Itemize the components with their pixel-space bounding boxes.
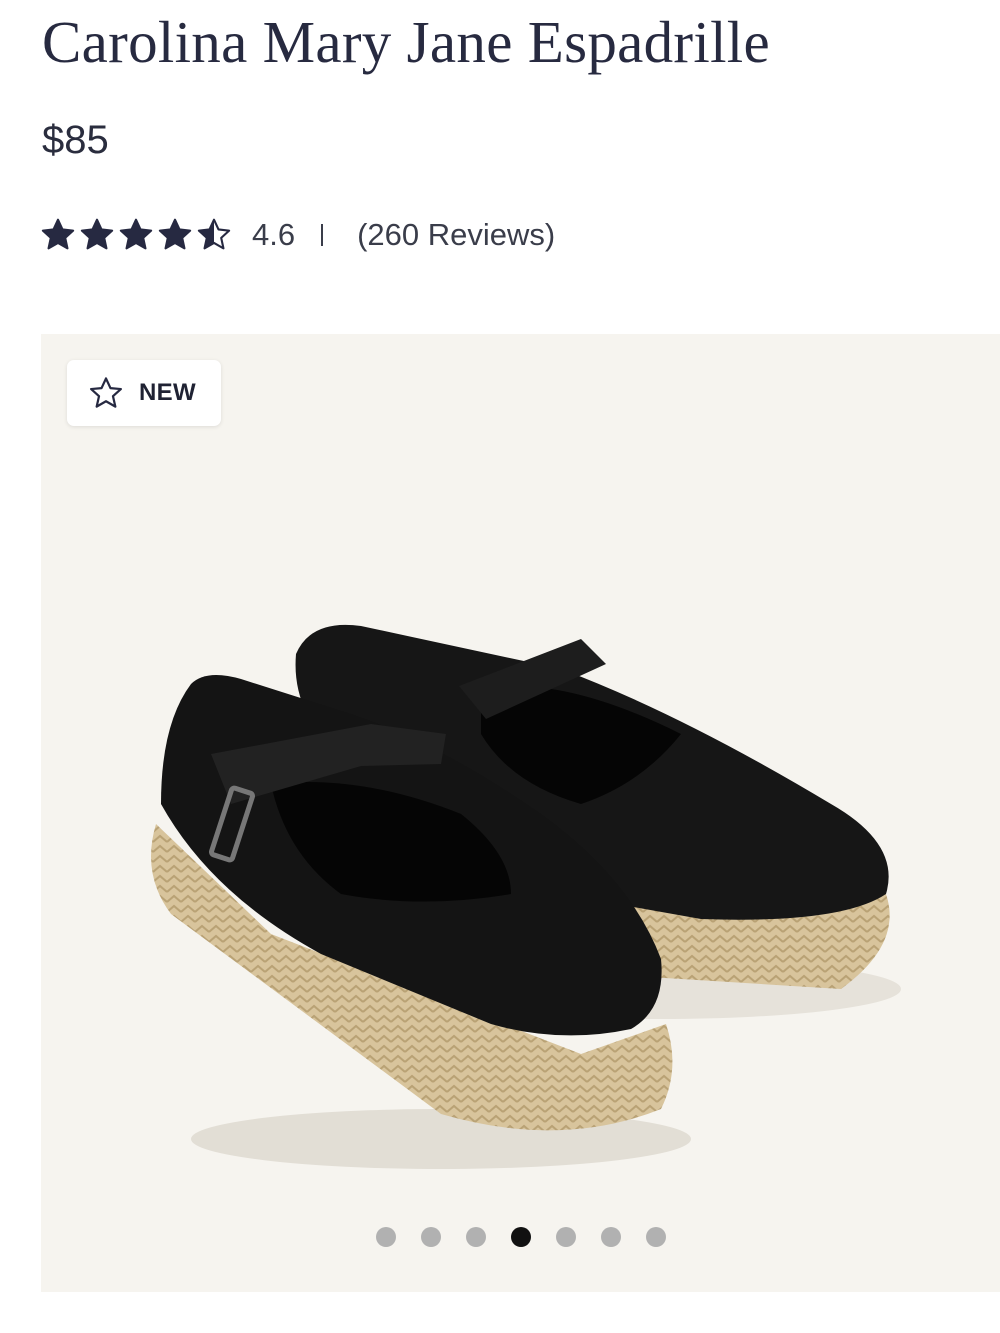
reviews-count-link[interactable]: (260 Reviews): [357, 217, 555, 253]
product-image-gallery[interactable]: NEW: [41, 334, 1000, 1292]
rating-divider: [321, 224, 324, 246]
pagination-dot[interactable]: [645, 1227, 666, 1247]
star-full-icon: [41, 218, 75, 250]
pagination-dot[interactable]: [555, 1227, 576, 1247]
rating-summary[interactable]: 4.6 (260 Reviews): [40, 212, 555, 258]
pagination-dot[interactable]: [420, 1227, 441, 1247]
pagination-dot[interactable]: [375, 1227, 396, 1247]
star-half-icon: [197, 218, 231, 250]
product-price: $85: [42, 118, 109, 162]
pagination-dot[interactable]: [465, 1227, 486, 1247]
product-photo: [151, 624, 901, 1169]
new-badge: NEW: [67, 360, 221, 426]
star-full-icon: [119, 218, 153, 250]
pagination-dot[interactable]: [600, 1227, 621, 1247]
pagination-dot-active[interactable]: [510, 1227, 531, 1247]
product-title: Carolina Mary Jane Espadrille: [42, 9, 770, 75]
star-rating: [40, 217, 232, 253]
new-badge-label: NEW: [139, 379, 196, 406]
star-full-icon: [158, 218, 192, 250]
star-outline-icon: [90, 377, 122, 408]
rating-value: 4.6: [252, 217, 296, 252]
gallery-pagination: [41, 1227, 1000, 1247]
star-full-icon: [80, 218, 114, 250]
